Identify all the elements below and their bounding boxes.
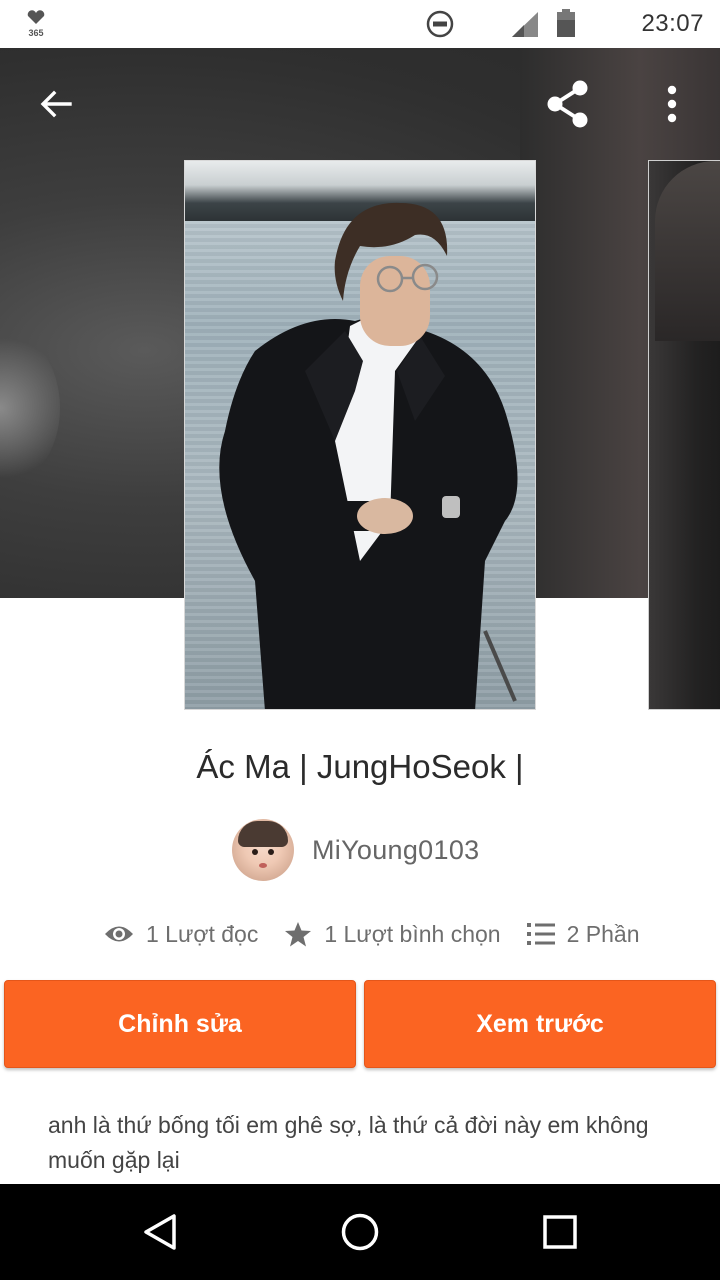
votes-count: 1 Lượt bình chọn [324, 920, 501, 947]
system-nav-bar [0, 1184, 720, 1280]
cover-person-illustration [219, 202, 518, 709]
nav-home-button[interactable] [332, 1204, 388, 1260]
nav-recent-icon [543, 1215, 577, 1249]
back-arrow-icon [40, 90, 72, 118]
app-badge-text: 365 [28, 28, 43, 38]
share-button[interactable] [540, 76, 596, 132]
story-stats: 1 Lượt đọc 1 Lượt bình chọn 2 Phần [104, 914, 640, 954]
nav-home-icon [341, 1213, 379, 1251]
edit-button[interactable]: Chỉnh sửa [4, 980, 356, 1068]
list-icon [526, 923, 555, 945]
status-clock: 23:07 [641, 10, 704, 37]
author-avatar [232, 819, 294, 881]
more-vert-icon [667, 85, 677, 123]
banner-blur [0, 328, 60, 488]
eye-icon [105, 926, 133, 942]
next-cover-figure [655, 161, 720, 341]
story-description: anh là thứ bống tối em ghê sợ, là thứ cả… [48, 1112, 649, 1173]
reads-count: 1 Lượt đọc [146, 920, 259, 947]
share-icon [547, 80, 588, 128]
parts-count: 2 Phần [566, 920, 640, 947]
next-story-cover[interactable] [648, 160, 720, 710]
heart-365-app-icon: 365 [27, 10, 45, 38]
do-not-disturb-icon [426, 10, 454, 38]
story-cover-image[interactable] [184, 160, 536, 710]
author-name: MiYoung0103 [312, 834, 480, 865]
nav-recent-apps-button[interactable] [532, 1204, 588, 1260]
reads-stat: 1 Lượt đọc [104, 921, 258, 948]
story-title: Ác Ma | JungHoSeok | [196, 748, 524, 785]
parts-stat: 2 Phần [526, 920, 640, 948]
nav-back-button[interactable] [132, 1204, 188, 1260]
more-options-button[interactable] [644, 76, 700, 132]
status-bar: 365 23:07 [0, 0, 720, 48]
preview-button[interactable]: Xem trước [364, 980, 716, 1068]
votes-stat: 1 Lượt bình chọn [284, 920, 501, 948]
signal-icon [512, 12, 538, 37]
nav-back-icon [144, 1214, 176, 1250]
author-link[interactable]: MiYoung0103 [232, 818, 479, 882]
battery-icon [557, 9, 575, 37]
back-button[interactable] [28, 76, 84, 132]
star-icon [285, 922, 312, 947]
